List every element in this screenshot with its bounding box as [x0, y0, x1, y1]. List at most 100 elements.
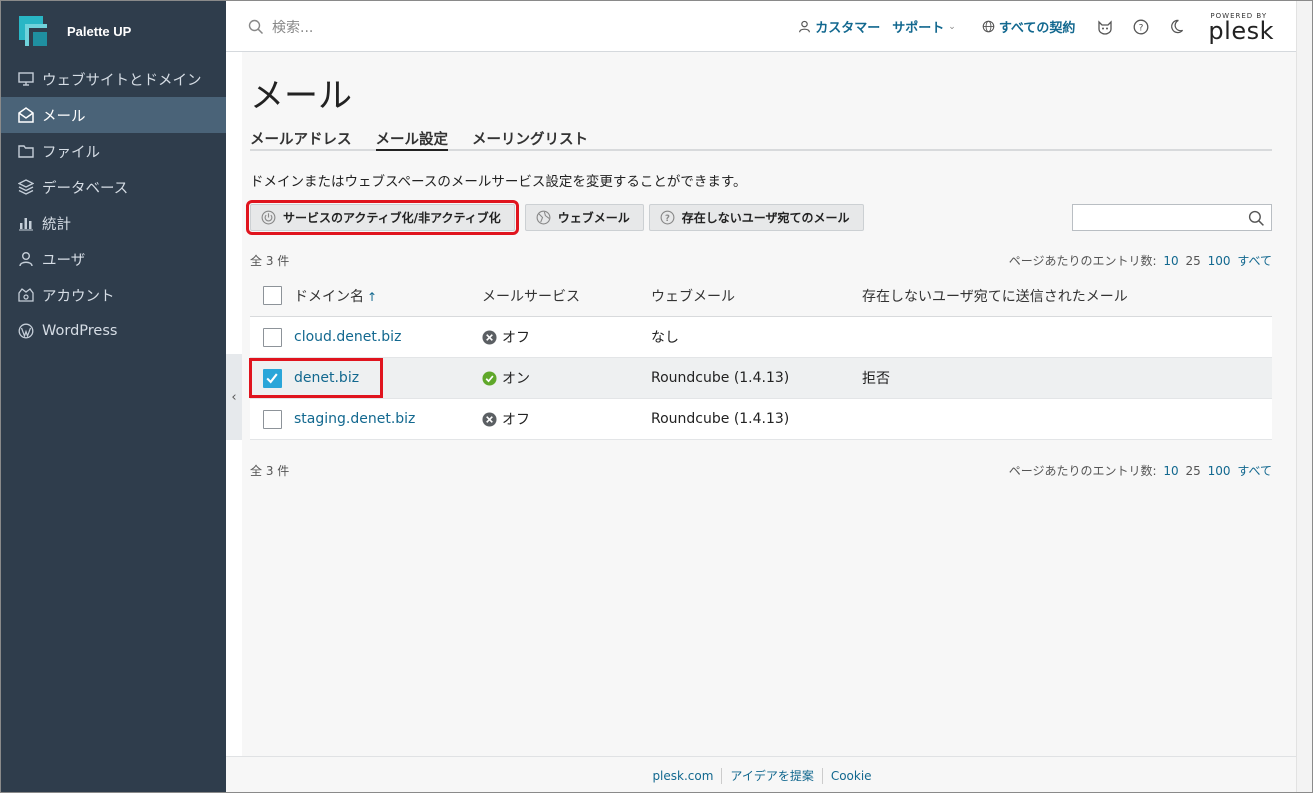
tab-mail-addresses[interactable]: メールアドレス — [250, 127, 352, 151]
customer-menu[interactable]: カスタマー — [798, 17, 880, 36]
mail-service-status: オン — [502, 371, 530, 387]
power-icon — [261, 210, 276, 225]
sidebar-item-wordpress[interactable]: WordPress — [1, 313, 226, 349]
column-nonexistent-user-mail: 存在しないユーザ宛てに送信されたメール — [862, 288, 1128, 305]
per-page-label: ページあたりのエントリ数: — [1008, 464, 1157, 478]
webmail-value: Roundcube (1.4.13) — [651, 411, 790, 427]
mail-service-status: オフ — [502, 412, 530, 428]
footer: plesk.com アイデアを提案 Cookie — [226, 756, 1298, 792]
plesk-logo: POWERED BY plesk — [1208, 12, 1274, 45]
per-page-25[interactable]: 25 — [1185, 464, 1200, 478]
globe-icon — [982, 20, 995, 33]
webmail-button[interactable]: ウェブメール — [524, 204, 644, 231]
per-page-100[interactable]: 100 — [1208, 464, 1231, 478]
per-page-selector: ページあたりのエントリ数: 10 25 100 すべて — [1009, 252, 1272, 269]
status-on-icon — [482, 370, 497, 386]
sidebar-collapse-button[interactable]: ‹ — [226, 354, 242, 440]
mail-icon — [17, 106, 35, 124]
domain-link[interactable]: cloud.denet.biz — [294, 329, 401, 345]
per-page-10[interactable]: 10 — [1163, 464, 1178, 478]
sidebar: Palette UP ウェブサイトとドメイン メール ファイル データベース 統… — [1, 1, 226, 792]
nonexistent-user-mail-button[interactable]: ? 存在しないユーザ宛てのメール — [648, 204, 864, 231]
sidebar-item-label: ユーザ — [42, 252, 86, 269]
table-header: ドメイン名 ↑ メールサービス ウェブメール 存在しないユーザ宛てに送信されたメー… — [250, 275, 1272, 317]
domain-link[interactable]: staging.denet.biz — [294, 411, 415, 427]
row-checkbox[interactable] — [262, 409, 282, 429]
sidebar-item-account[interactable]: アカウント — [1, 277, 226, 313]
sidebar-item-mail[interactable]: メール — [1, 97, 226, 133]
column-domain[interactable]: ドメイン名 ↑ — [294, 286, 482, 306]
sort-asc-icon: ↑ — [367, 289, 378, 304]
table-row: denet.biz オン Roundcube (1.4.13) 拒否 — [250, 358, 1272, 399]
nonexistent-user-value: 拒否 — [862, 371, 890, 387]
tab-mail-settings[interactable]: メール設定 — [375, 127, 448, 151]
item-count: 全 3 件 — [250, 254, 290, 268]
plesk-wordmark: plesk — [1208, 16, 1274, 45]
account-icon — [17, 286, 35, 304]
globe-icon — [536, 210, 551, 225]
per-page-all[interactable]: すべて — [1237, 254, 1272, 268]
database-icon — [17, 178, 35, 196]
item-count-bottom: 全 3 件 — [250, 464, 290, 478]
cat-icon[interactable] — [1097, 19, 1113, 35]
sidebar-item-label: ファイル — [42, 144, 100, 161]
domain-link[interactable]: denet.biz — [294, 370, 359, 386]
app-window: Palette UP ウェブサイトとドメイン メール ファイル データベース 統… — [0, 0, 1313, 793]
sidebar-item-statistics[interactable]: 統計 — [1, 205, 226, 241]
brand-logo-icon — [19, 16, 47, 46]
tab-bar: メールアドレス メール設定 メーリングリスト — [250, 127, 1272, 151]
vertical-scrollbar[interactable] — [1296, 1, 1312, 792]
sidebar-item-websites[interactable]: ウェブサイトとドメイン — [1, 61, 226, 97]
nonexistent-user-mail-label: 存在しないユーザ宛てのメール — [681, 211, 850, 225]
activate-service-button[interactable]: サービスのアクティブ化/非アクティブ化 — [246, 200, 519, 235]
list-search-input[interactable] — [1072, 204, 1272, 231]
help-icon[interactable]: ? — [1133, 19, 1149, 35]
toolbar: サービスのアクティブ化/非アクティブ化 ウェブメール ? 存在しないユーザ宛ての… — [246, 200, 869, 235]
sidebar-item-label: データベース — [42, 180, 129, 197]
webmail-value: Roundcube (1.4.13) — [651, 370, 790, 386]
svg-text:?: ? — [1139, 23, 1144, 33]
wordpress-icon — [17, 322, 35, 340]
per-page-label: ページあたりのエントリ数: — [1008, 254, 1157, 268]
sidebar-item-files[interactable]: ファイル — [1, 133, 226, 169]
tab-mailing-lists[interactable]: メーリングリスト — [472, 127, 588, 151]
check-icon — [266, 373, 278, 384]
per-page-100[interactable]: 100 — [1208, 254, 1231, 268]
customer-label: カスタマー — [815, 21, 881, 36]
user-icon — [17, 250, 35, 268]
activate-service-label: サービスのアクティブ化/非アクティブ化 — [283, 211, 501, 225]
search-icon — [248, 19, 264, 35]
moon-icon[interactable] — [1169, 19, 1184, 34]
help-icon: ? — [660, 210, 675, 225]
footer-link-plesk[interactable]: plesk.com — [644, 769, 721, 783]
per-page-selector-bottom: ページあたりのエントリ数: 10 25 100 すべて — [1009, 462, 1272, 479]
webmail-label: ウェブメール — [557, 211, 630, 225]
global-search[interactable]: 検索... — [248, 17, 313, 37]
status-off-icon — [482, 411, 497, 427]
column-mail-service: メールサービス — [482, 288, 580, 305]
stats-icon — [17, 214, 35, 232]
row-checkbox[interactable] — [262, 368, 282, 388]
sidebar-item-users[interactable]: ユーザ — [1, 241, 226, 277]
footer-link-cookie[interactable]: Cookie — [823, 769, 880, 783]
per-page-all[interactable]: すべて — [1237, 464, 1272, 478]
sidebar-item-databases[interactable]: データベース — [1, 169, 226, 205]
subscriptions-menu[interactable]: すべての契約 — [982, 17, 1075, 36]
brand-name: Palette UP — [67, 23, 132, 39]
brand[interactable]: Palette UP — [1, 1, 226, 61]
monitor-icon — [17, 70, 35, 88]
folder-icon — [17, 142, 35, 160]
support-menu[interactable]: サポート ⌄ — [892, 17, 956, 36]
domain-table: ドメイン名 ↑ メールサービス ウェブメール 存在しないユーザ宛てに送信されたメー… — [250, 275, 1272, 440]
sidebar-item-label: WordPress — [42, 323, 118, 339]
per-page-25[interactable]: 25 — [1185, 254, 1200, 268]
search-placeholder: 検索... — [272, 20, 314, 36]
row-checkbox[interactable] — [262, 327, 282, 347]
per-page-10[interactable]: 10 — [1163, 254, 1178, 268]
sidebar-item-label: メール — [42, 108, 86, 125]
page-title: メール — [250, 76, 352, 116]
column-webmail: ウェブメール — [651, 288, 735, 305]
footer-link-ideas[interactable]: アイデアを提案 — [722, 767, 821, 784]
select-all-checkbox[interactable] — [262, 286, 282, 305]
search-icon — [1248, 210, 1264, 226]
